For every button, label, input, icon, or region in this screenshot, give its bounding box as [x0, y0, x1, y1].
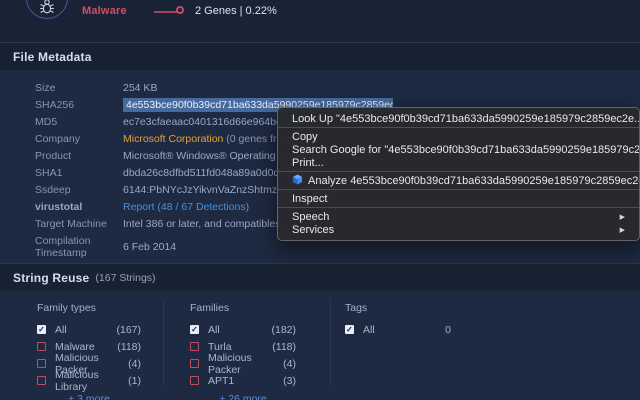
- meta-row-size: Size 254 KB: [0, 79, 640, 96]
- filter-row[interactable]: ✓ All (182): [190, 321, 296, 338]
- gene-gauge-knob: [176, 6, 184, 14]
- gene-summary: 2 Genes | 0.22%: [195, 5, 277, 17]
- menu-item-print[interactable]: Print...: [278, 156, 639, 169]
- menu-item-copy[interactable]: Copy: [278, 130, 639, 143]
- menu-separator: [278, 127, 639, 128]
- checkbox[interactable]: ✓: [37, 325, 46, 334]
- column-divider: [163, 299, 164, 385]
- menu-item-speech[interactable]: Speech ▶: [278, 210, 639, 223]
- filter-row[interactable]: ✓ Malicious Library (1): [37, 372, 141, 389]
- string-count: (167 Strings): [95, 272, 155, 284]
- checkbox[interactable]: ✓: [37, 376, 46, 385]
- submenu-arrow-icon: ▶: [620, 226, 625, 234]
- checkbox[interactable]: ✓: [190, 325, 199, 334]
- verdict-label: Malware: [82, 5, 127, 17]
- malware-analysis-screen: Malware 2 Genes | 0.22% File Metadata Si…: [0, 0, 640, 400]
- top-bar: Malware 2 Genes | 0.22%: [0, 0, 640, 42]
- checkbox[interactable]: ✓: [190, 376, 199, 385]
- gene-gauge-line: [154, 11, 177, 13]
- family-types-column: Family types ✓ All (167) ✓ Malware (118)…: [37, 291, 141, 400]
- checkbox[interactable]: ✓: [345, 325, 354, 334]
- submenu-arrow-icon: ▶: [620, 213, 625, 221]
- checkbox[interactable]: ✓: [190, 359, 199, 368]
- menu-item-search-google[interactable]: Search Google for "4e553bce90f0b39cd71ba…: [278, 143, 639, 156]
- string-reuse-section-header: String Reuse (167 Strings): [0, 263, 640, 291]
- show-more-link[interactable]: + 3 more: [37, 393, 141, 400]
- menu-separator: [278, 171, 639, 172]
- malware-bug-icon: [26, 0, 68, 19]
- context-menu: Look Up "4e553bce90f0b39cd71ba633da59902…: [277, 107, 640, 241]
- file-metadata-section-header: File Metadata: [0, 42, 640, 70]
- tags-column: Tags ✓ All 0: [345, 291, 451, 338]
- intezer-cube-icon: [292, 174, 303, 187]
- show-more-link[interactable]: + 26 more: [190, 393, 296, 400]
- menu-separator: [278, 189, 639, 190]
- menu-item-services[interactable]: Services ▶: [278, 223, 639, 236]
- filter-row[interactable]: ✓ Malicious Packer (4): [190, 355, 296, 372]
- checkbox[interactable]: ✓: [37, 342, 46, 351]
- checkbox[interactable]: ✓: [37, 359, 46, 368]
- virustotal-report-link[interactable]: Report (48 / 67 Detections): [123, 201, 249, 213]
- menu-item-inspect[interactable]: Inspect: [278, 192, 639, 205]
- checkbox[interactable]: ✓: [190, 342, 199, 351]
- section-title: File Metadata: [13, 50, 92, 64]
- filter-row[interactable]: ✓ All 0: [345, 321, 451, 338]
- company-name: Microsoft Corporation: [123, 133, 223, 145]
- section-title: String Reuse: [13, 271, 89, 285]
- string-reuse-filters: Family types ✓ All (167) ✓ Malware (118)…: [0, 291, 640, 400]
- menu-separator: [278, 207, 639, 208]
- families-column: Families ✓ All (182) ✓ Turla (118) ✓ Mal…: [190, 291, 296, 400]
- column-divider: [330, 299, 331, 385]
- menu-item-look-up[interactable]: Look Up "4e553bce90f0b39cd71ba633da59902…: [278, 112, 639, 125]
- filter-row[interactable]: ✓ All (167): [37, 321, 141, 338]
- menu-item-analyze-with-intezer[interactable]: Analyze 4e553bce90f0b39cd71ba633da599025…: [278, 174, 639, 187]
